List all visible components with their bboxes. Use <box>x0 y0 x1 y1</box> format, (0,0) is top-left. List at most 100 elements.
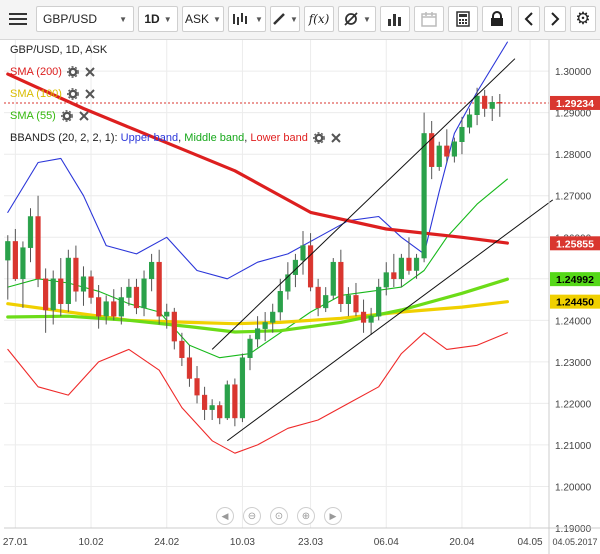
close-icon[interactable] <box>330 132 342 144</box>
gear-icon[interactable] <box>61 110 73 122</box>
zoom-out-button[interactable]: ⊖ <box>243 507 261 525</box>
bar-chart-button[interactable] <box>380 6 410 32</box>
x-tick-label: 04.05 <box>518 537 543 548</box>
legend-bbands-label: BBANDS (20, 2, 2, 1): <box>10 132 121 144</box>
chart-toolbar: GBP/USD ▼ 1D ▼ ASK ▼ ▼ ▼ f(x) ▼ ⚙ <box>0 0 600 40</box>
axis-corner-date: 04.05.2017 <box>552 537 597 547</box>
x-tick-label: 10.03 <box>230 537 255 548</box>
gear-icon[interactable] <box>67 88 79 100</box>
candle-up <box>330 261 336 296</box>
chart-type-button[interactable]: ▼ <box>228 6 266 32</box>
candle-up <box>489 102 495 109</box>
price-chart[interactable]: 1.19000 1.20000 1.21000 1.22000 1.23000 1.240… <box>0 40 600 554</box>
candle-down <box>315 286 321 309</box>
candle-down <box>360 311 367 323</box>
legend-sma55[interactable]: SMA (55) <box>10 110 90 122</box>
candle-up <box>118 297 124 317</box>
candle-up <box>254 328 261 340</box>
candle-up <box>50 278 56 311</box>
calendar-button[interactable] <box>414 6 444 32</box>
chart-title-text: GBP/USD, 1D, ASK <box>10 44 108 56</box>
chart-type-icon <box>233 13 248 25</box>
zoom-reset-icon: ⊙ <box>274 510 284 522</box>
gear-icon[interactable] <box>312 132 325 144</box>
close-icon[interactable] <box>84 66 96 78</box>
function-button[interactable]: f(x) <box>304 6 334 32</box>
price-tag-label: 1.29234 <box>556 98 594 110</box>
reset-zoom-button[interactable]: ⊙ <box>270 507 288 525</box>
x-tick-label: 06.04 <box>374 537 399 548</box>
candle-up <box>474 95 480 116</box>
legend-sma200[interactable]: SMA (200) <box>10 66 96 78</box>
candle-down <box>111 301 117 317</box>
legend-middle-band: Middle band <box>184 132 245 144</box>
zoom-in-icon: ⊕ <box>301 510 311 522</box>
candle-up <box>270 311 276 323</box>
candle-up <box>383 272 389 288</box>
lock-button[interactable] <box>482 6 512 32</box>
candle-up <box>5 241 11 261</box>
candle-down <box>96 297 102 317</box>
candle-down <box>444 145 450 157</box>
candle-down <box>406 257 412 271</box>
candle-up <box>27 216 34 248</box>
candle-up <box>262 322 268 329</box>
chart-title: GBP/USD, 1D, ASK <box>10 44 107 56</box>
calendar-icon <box>421 12 437 27</box>
scroll-left-button[interactable]: ◀ <box>216 507 234 525</box>
indicator-button[interactable]: ▼ <box>338 6 376 32</box>
chevron-down-icon: ▼ <box>213 14 221 24</box>
candle-up <box>20 247 26 280</box>
y-tick-label: 1.27000 <box>555 192 592 203</box>
candle-up <box>413 257 420 271</box>
price-tag-label: 1.25855 <box>556 238 594 250</box>
close-icon[interactable] <box>78 110 90 122</box>
candle-up <box>247 338 253 358</box>
y-tick-label: 1.20000 <box>555 482 592 493</box>
candle-up <box>368 315 374 323</box>
chevron-down-icon: ▼ <box>119 14 127 24</box>
calculator-button[interactable] <box>448 6 478 32</box>
forward-button[interactable] <box>544 6 566 32</box>
candle-up <box>224 384 230 419</box>
y-tick-label: 1.23000 <box>555 358 592 369</box>
candle-up <box>451 141 457 157</box>
candle-down <box>171 311 177 342</box>
candle-up <box>209 405 215 410</box>
x-tick-label: 20.04 <box>449 537 474 548</box>
menu-icon[interactable] <box>6 6 30 32</box>
gear-icon: ⚙ <box>575 9 591 28</box>
candle-up <box>141 278 147 309</box>
candle-up <box>103 301 109 317</box>
back-button[interactable] <box>518 6 540 32</box>
scroll-right-button[interactable]: ▶ <box>324 507 342 525</box>
bar-chart-icon <box>388 14 401 26</box>
y-tick-label: 1.29000 <box>555 109 592 120</box>
settings-button[interactable]: ⚙ <box>570 6 596 32</box>
x-tick-label: 27.01 <box>3 537 28 548</box>
legend-sma200-label: SMA (200) <box>10 66 62 78</box>
back-icon <box>524 12 533 26</box>
price-tag-label: 1.24992 <box>556 274 594 286</box>
gear-icon[interactable] <box>67 66 79 78</box>
draw-icon <box>273 13 285 25</box>
candle-up <box>398 257 404 280</box>
draw-button[interactable]: ▼ <box>270 6 300 32</box>
candle-up <box>277 291 283 313</box>
candle-up <box>345 295 352 304</box>
x-tick-label: 10.02 <box>79 537 104 548</box>
candle-up <box>149 261 155 280</box>
legend-sma100[interactable]: SMA (100) <box>10 88 96 100</box>
legend-bbands[interactable]: BBANDS (20, 2, 2, 1): Upper band, Middle… <box>10 132 342 144</box>
candle-down <box>497 102 503 104</box>
timeframe-selector[interactable]: 1D ▼ <box>138 6 178 32</box>
candle-down <box>482 95 488 109</box>
legend-upper-band: Upper band <box>120 132 179 144</box>
price-side-selector[interactable]: ASK ▼ <box>182 6 224 32</box>
symbol-label: GBP/USD <box>43 12 98 26</box>
candle-down <box>353 295 359 313</box>
close-icon[interactable] <box>84 88 96 100</box>
zoom-in-button[interactable]: ⊕ <box>297 507 315 525</box>
chevron-down-icon: ▼ <box>163 14 172 24</box>
symbol-selector[interactable]: GBP/USD ▼ <box>36 6 134 32</box>
